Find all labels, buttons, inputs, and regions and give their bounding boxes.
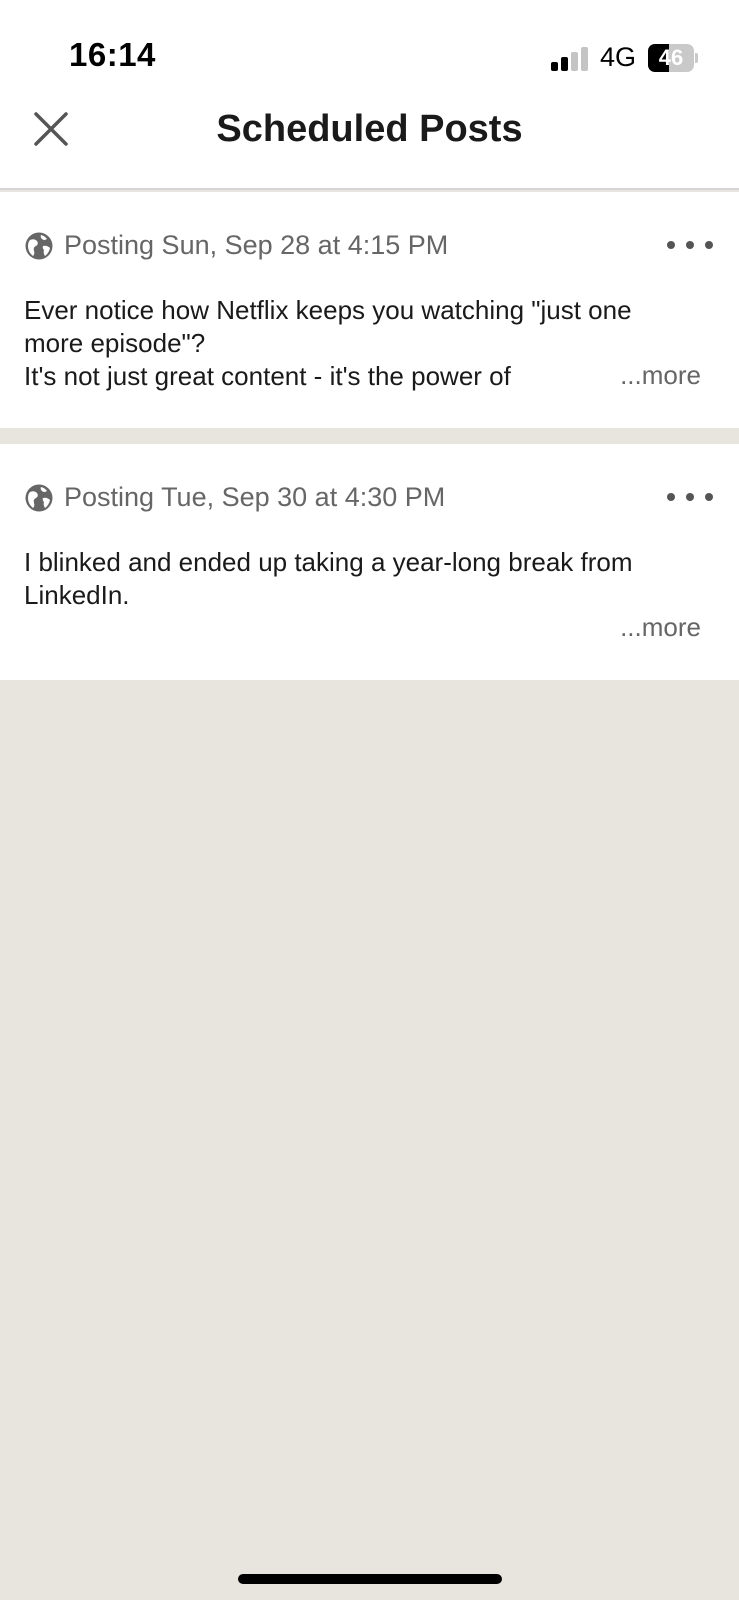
screen: 16:14 4G 46 Scheduled Posts Posting Sun,…: [0, 0, 739, 1600]
status-time: 16:14: [69, 36, 156, 73]
post-text: I blinked and ended up taking a year-lon…: [24, 546, 704, 612]
globe-icon: [25, 232, 53, 259]
signal-strength-icon: [551, 47, 589, 71]
see-more-link[interactable]: ...more: [620, 360, 701, 391]
post-schedule-row: Posting Tue, Sep 30 at 4:30 PM: [24, 482, 445, 513]
more-options-button[interactable]: [667, 232, 713, 258]
post-text: Ever notice how Netflix keeps you watchi…: [24, 294, 704, 393]
scheduled-post-card[interactable]: Posting Sun, Sep 28 at 4:15 PM Ever noti…: [0, 192, 739, 428]
status-bar: 16:14 4G 46: [0, 0, 739, 100]
post-text-line: LinkedIn.: [24, 580, 130, 610]
battery-level: 46: [658, 45, 684, 70]
post-text-line: It's not just great content - it's the p…: [24, 361, 511, 391]
page-title: Scheduled Posts: [216, 108, 523, 150]
header: Scheduled Posts: [0, 100, 739, 190]
battery-icon: 46: [648, 44, 698, 72]
post-text-line: I blinked and ended up taking a year-lon…: [24, 547, 633, 577]
post-text-line: Ever notice how Netflix keeps you watchi…: [24, 295, 632, 325]
home-indicator[interactable]: [238, 1574, 502, 1584]
see-more-link[interactable]: ...more: [620, 612, 701, 643]
globe-icon: [25, 484, 53, 511]
post-schedule: Posting Sun, Sep 28 at 4:15 PM: [64, 230, 449, 260]
post-text-line: more episode"?: [24, 328, 206, 358]
scheduled-post-card[interactable]: Posting Tue, Sep 30 at 4:30 PM I blinked…: [0, 444, 739, 680]
post-schedule: Posting Tue, Sep 30 at 4:30 PM: [64, 482, 446, 512]
network-type: 4G: [600, 42, 637, 72]
scheduled-posts-list: Posting Sun, Sep 28 at 4:15 PM Ever noti…: [0, 192, 739, 680]
post-schedule-row: Posting Sun, Sep 28 at 4:15 PM: [24, 230, 448, 261]
more-options-button[interactable]: [667, 484, 713, 510]
